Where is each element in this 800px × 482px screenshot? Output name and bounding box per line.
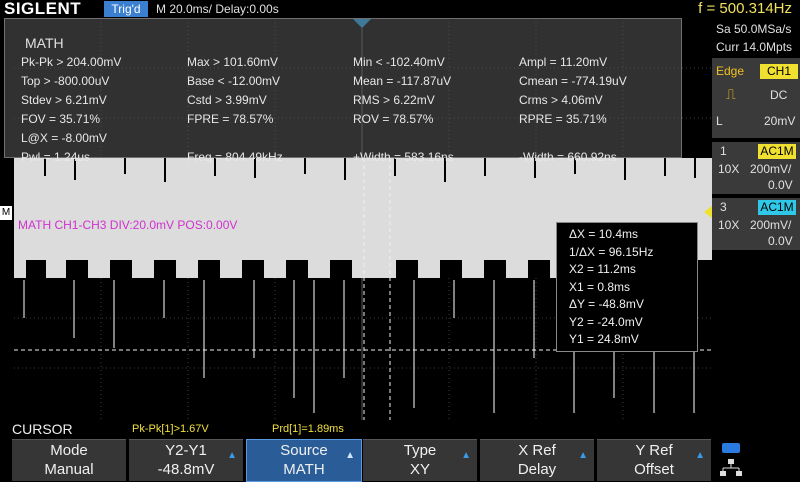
softkey-title: Y Ref xyxy=(635,442,673,459)
knob-arrow-icon: ▲ xyxy=(461,450,471,461)
softkey-value: XY xyxy=(409,461,430,478)
cursor-readout-line: Y1 = 24.8mV xyxy=(569,332,639,346)
channel-3-scale: 200mV/ xyxy=(750,218,792,232)
measurement-value: Stdev > 6.21mV xyxy=(21,93,107,107)
measurement-value: Freq = 804.49kHz xyxy=(187,150,283,164)
measurement-title: MATH xyxy=(25,35,64,51)
channel-1-coupling: AC1M xyxy=(758,144,796,159)
cursor-readout-line: ΔY = -48.8mV xyxy=(569,297,644,311)
sample-rate: Sa 50.0MSa/s xyxy=(716,22,792,36)
measurement-value: Max > 101.60mV xyxy=(187,55,279,69)
network-icon xyxy=(720,459,742,476)
softkey-type[interactable]: Type XY ▲ xyxy=(363,439,477,481)
measurement-value: +Width = 583.16ns xyxy=(353,150,454,164)
knob-arrow-icon: ▲ xyxy=(578,450,588,461)
trigger-level-marker[interactable] xyxy=(704,206,712,218)
measurement-value: FOV = 35.71% xyxy=(21,112,101,126)
measurement-value: Top > -800.00uV xyxy=(21,74,110,88)
softkey-x-ref[interactable]: X Ref Delay ▲ xyxy=(480,439,594,481)
period-statistic: Prd[1]=1.89ms xyxy=(272,423,344,435)
measurement-value: L@X = -8.00mV xyxy=(21,131,107,145)
right-info-panel: Sa 50.0MSa/s Curr 14.0Mpts Edge CH1 ⎍ DC… xyxy=(712,18,800,420)
memory-depth: Curr 14.0Mpts xyxy=(716,40,793,54)
measurement-value: Ampl = 11.20mV xyxy=(519,55,608,69)
measurement-value: Pwl = 1.24us xyxy=(21,150,91,164)
measurement-value: Mean = -117.87uV xyxy=(353,74,452,88)
measurement-value: ROV = 78.57% xyxy=(353,112,434,126)
measurement-value: -Width = 660.92ns xyxy=(519,150,617,164)
softkey-y-ref[interactable]: Y Ref Offset ▲ xyxy=(597,439,711,481)
softkey-title: Source xyxy=(280,442,328,459)
measurement-value: Cmean = -774.19uV xyxy=(519,74,627,88)
knob-arrow-icon: ▲ xyxy=(345,450,355,461)
trigger-coupling: DC xyxy=(770,88,788,102)
softkey-title: Type xyxy=(403,442,437,459)
cursor-readout-line: X2 = 11.2ms xyxy=(569,262,636,276)
channel-3-offset: 0.0V xyxy=(768,234,793,248)
softkey-mode[interactable]: Mode Manual xyxy=(12,439,126,481)
softkey-value: Delay xyxy=(517,461,557,478)
measurement-value: Base < -12.00mV xyxy=(187,74,281,88)
cursor-readout-line: ΔX = 10.4ms xyxy=(569,227,639,241)
trigger-panel[interactable]: Edge CH1 ⎍ DC L 20mV xyxy=(712,58,800,138)
channel-1-number: 1 xyxy=(720,144,727,158)
softkey-value: MATH xyxy=(283,461,325,478)
cursor-readout-box: ΔX = 10.4ms 1/ΔX = 96.15Hz X2 = 11.2ms X1 =… xyxy=(556,222,698,352)
cursor-readout-line: Y2 = -24.0mV xyxy=(569,314,643,329)
channel-3-probe: 10X xyxy=(718,218,740,232)
channel-1-panel[interactable]: 1 AC1M 10X 200mV/ 0.0V xyxy=(712,142,800,194)
softkey-y2-y1[interactable]: Y2-Y1 -48.8mV ▲ xyxy=(129,439,243,481)
trigger-level: 20mV xyxy=(764,114,796,128)
usb-icon xyxy=(722,443,740,453)
knob-arrow-icon: ▲ xyxy=(227,450,237,461)
timebase-readout[interactable]: M 20.0ms/ Delay:0.00s xyxy=(156,2,279,16)
trigger-type: Edge xyxy=(716,64,745,78)
softkey-value: -48.8mV xyxy=(157,461,215,478)
network-status xyxy=(716,441,746,479)
math-offset-marker[interactable]: M xyxy=(0,206,12,220)
math-trace-label: MATH CH1-CH3 DIV:20.0mV POS:0.00V xyxy=(18,218,238,232)
softkey-value: Offset xyxy=(634,461,674,478)
measurement-value: FPRE = 78.57% xyxy=(187,112,274,126)
measurement-value: RPRE = 35.71% xyxy=(519,112,607,126)
trigger-source-badge: CH1 xyxy=(760,64,798,79)
measurement-value: Min < -102.40mV xyxy=(353,55,445,69)
top-status-bar: SIGLENT Trig'd M 20.0ms/ Delay:0.00s f =… xyxy=(0,0,800,18)
brand-logo: SIGLENT xyxy=(4,0,82,18)
softkey-value: Manual xyxy=(44,461,94,478)
softkey-source[interactable]: Source MATH ▲ xyxy=(246,439,362,482)
menu-title: CURSOR xyxy=(12,421,73,437)
frequency-counter: f = 500.314Hz xyxy=(698,0,792,17)
trigger-status-badge: Trig'd xyxy=(104,1,148,17)
knob-arrow-icon: ▲ xyxy=(695,450,705,461)
channel-1-scale: 200mV/ xyxy=(750,162,792,176)
channel-3-panel[interactable]: 3 AC1M 10X 200mV/ 0.0V xyxy=(712,198,800,250)
pkpk-statistic: Pk-Pk[1]>1.67V xyxy=(132,423,209,435)
softkey-title: Mode xyxy=(50,442,88,459)
channel-3-number: 3 xyxy=(720,200,727,214)
cursor-readout-line: 1/ΔX = 96.15Hz xyxy=(569,244,654,259)
channel-3-coupling: AC1M xyxy=(758,200,796,215)
measurement-panel: MATH Pk-Pk > 204.00mV Max > 101.60mV Min <… xyxy=(4,18,682,164)
measurement-value: Pk-Pk > 204.00mV xyxy=(21,55,122,69)
softkey-title: Y2-Y1 xyxy=(165,442,207,459)
channel-1-offset: 0.0V xyxy=(768,178,793,192)
measurement-value: Cstd > 3.99mV xyxy=(187,93,267,107)
measurement-value: Crms > 4.06mV xyxy=(519,93,603,107)
channel-1-probe: 10X xyxy=(718,162,740,176)
softkey-title: X Ref xyxy=(518,442,556,459)
cursor-readout-line: X1 = 0.8ms xyxy=(569,279,631,294)
measurement-value: RMS > 6.22mV xyxy=(353,93,435,107)
trigger-level-label: L xyxy=(716,114,723,128)
rising-edge-icon: ⎍ xyxy=(726,86,736,102)
